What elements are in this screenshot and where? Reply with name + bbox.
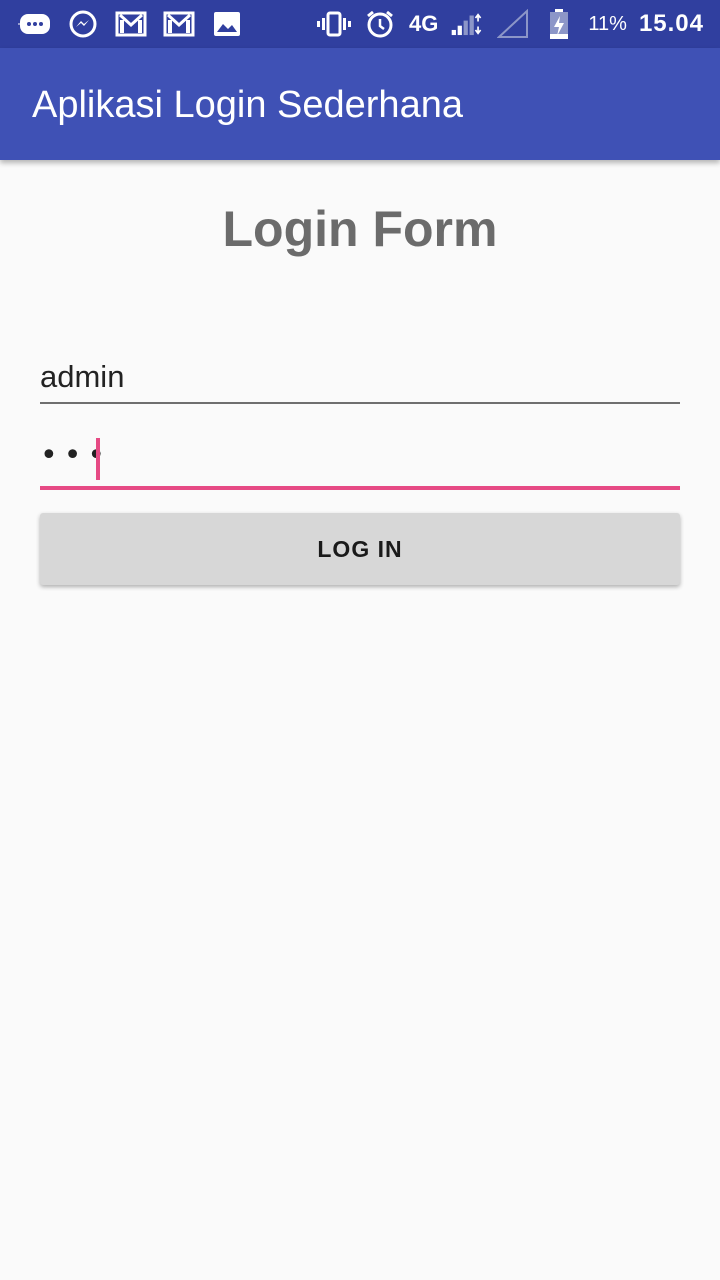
app-bar: Aplikasi Login Sederhana — [0, 48, 720, 160]
no-signal-icon — [496, 7, 530, 41]
network-type: 4G — [409, 11, 439, 36]
system-icons: 4G 11% 15.04 — [317, 7, 704, 41]
gmail-icon — [114, 7, 148, 41]
battery-percent: 11% — [588, 12, 627, 35]
username-input[interactable] — [40, 352, 680, 402]
app-title: Aplikasi Login Sederhana — [32, 84, 463, 126]
username-field[interactable] — [40, 352, 680, 404]
gmail-icon — [162, 7, 196, 41]
notification-icons — [18, 7, 244, 41]
status-bar: 4G 11% 15.04 — [0, 0, 720, 48]
image-icon — [210, 7, 244, 41]
battery-icon — [542, 7, 576, 41]
vibrate-icon — [317, 7, 352, 41]
alarm-icon — [363, 7, 397, 41]
signal-icon — [450, 7, 484, 41]
messenger-icon — [66, 7, 100, 41]
password-masked-text: ••• — [40, 438, 112, 473]
text-cursor — [96, 438, 100, 480]
password-field[interactable]: ••• — [40, 432, 680, 490]
message-icon — [18, 7, 52, 41]
form-title: Login Form — [222, 201, 498, 257]
clock: 15.04 — [638, 10, 704, 37]
login-button[interactable]: LOG IN — [40, 513, 680, 585]
